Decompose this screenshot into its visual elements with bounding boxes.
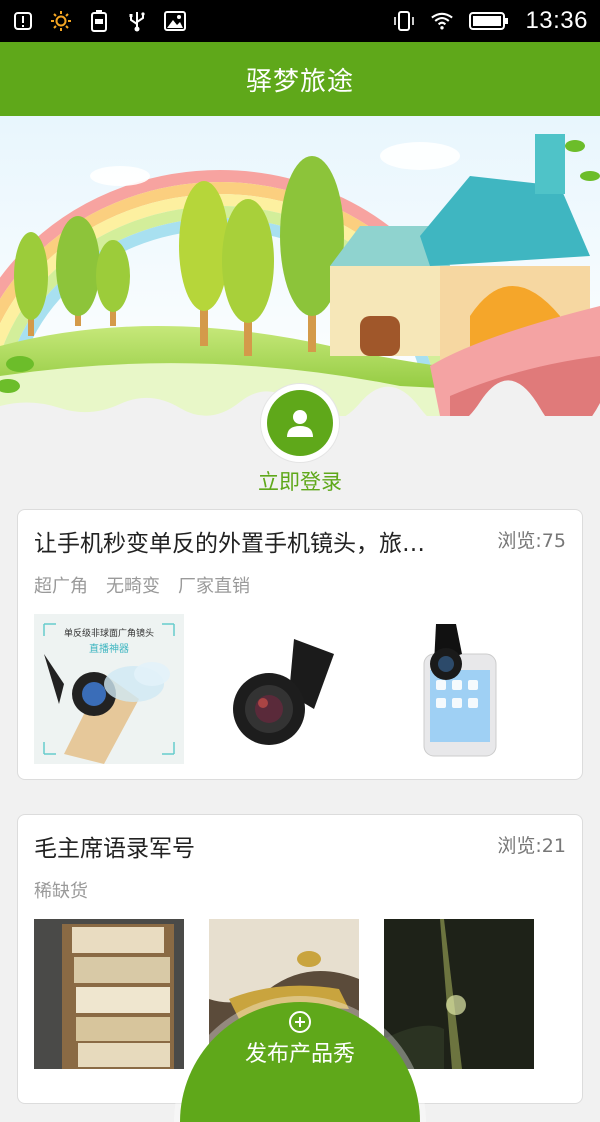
notification-icon xyxy=(12,10,34,32)
thumbnail-image[interactable]: 单反级非球面广角镜头 直播神器 xyxy=(34,614,184,764)
tag: 超广角 xyxy=(34,576,88,597)
view-count: 浏览:21 xyxy=(497,835,566,857)
status-right-icons: 13:36 xyxy=(393,7,588,35)
user-icon xyxy=(287,410,313,437)
add-circle-icon xyxy=(289,1011,311,1033)
status-left-icons xyxy=(12,10,186,32)
login-link[interactable]: 立即登录 xyxy=(0,466,600,496)
avatar xyxy=(267,390,333,456)
thumbnail-image[interactable] xyxy=(34,919,184,1069)
battery-icon xyxy=(469,10,509,32)
thumbnail-row: 单反级非球面广角镜头 直播神器 xyxy=(34,614,534,764)
post-title: 让手机秒变单反的外置手机镜头，旅… xyxy=(34,531,425,557)
app-title-bar: 驿梦旅途 xyxy=(0,42,600,116)
brightness-icon xyxy=(50,10,72,32)
usb-icon xyxy=(126,10,148,32)
clock: 13:36 xyxy=(525,7,588,34)
tag: 厂家直销 xyxy=(178,576,250,597)
tag: 无畸变 xyxy=(106,576,160,597)
post-card[interactable]: 让手机秒变单反的外置手机镜头，旅… 浏览:75 超广角 无畸变 厂家直销 单反级… xyxy=(17,509,583,780)
status-bar: 13:36 xyxy=(0,0,600,42)
banner-illustration xyxy=(0,116,600,416)
thumbnail-image[interactable] xyxy=(209,614,359,764)
login-section: 立即登录 xyxy=(0,380,600,500)
tag-list: 超广角 无畸变 厂家直销 xyxy=(34,572,250,598)
vibrate-icon xyxy=(393,10,415,32)
post-title: 毛主席语录军号 xyxy=(34,836,195,862)
tag-list: 稀缺货 xyxy=(34,877,88,903)
page-title: 驿梦旅途 xyxy=(245,66,354,97)
thumbnail-image[interactable] xyxy=(384,614,534,764)
battery-saver-icon xyxy=(88,10,110,32)
view-count: 浏览:75 xyxy=(497,530,566,552)
image-icon xyxy=(164,10,186,32)
publish-button-label: 发布产品秀 xyxy=(244,1042,355,1067)
wifi-icon xyxy=(431,10,454,32)
login-avatar[interactable] xyxy=(261,384,339,462)
tag: 稀缺货 xyxy=(34,881,88,902)
